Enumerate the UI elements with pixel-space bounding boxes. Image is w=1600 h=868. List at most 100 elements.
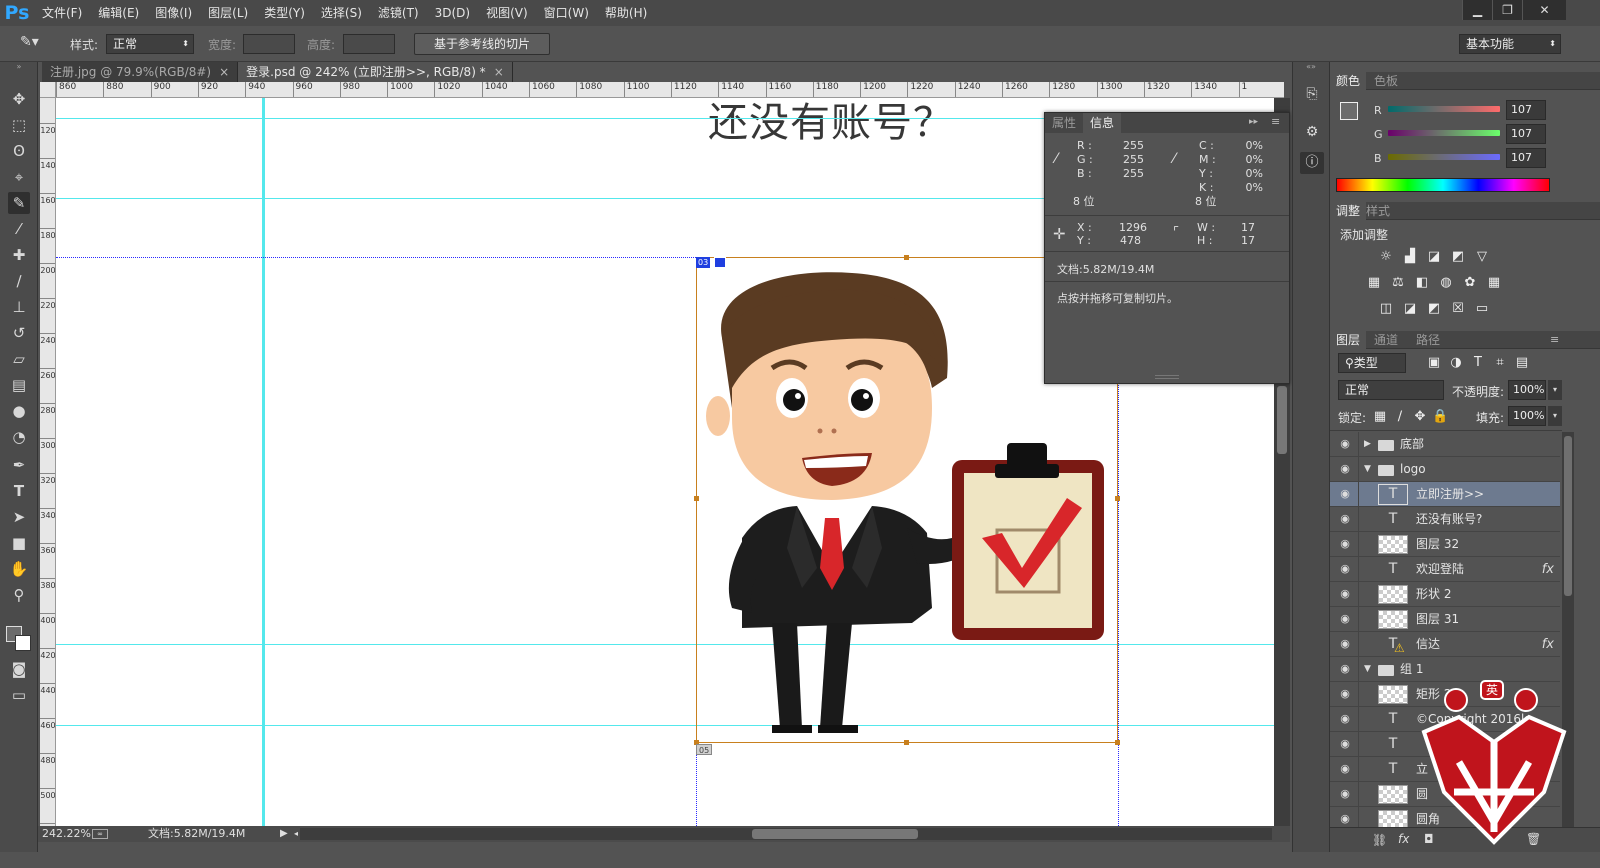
foreground-color-swatch[interactable]: [1340, 102, 1358, 120]
panel-menu-icon[interactable]: ≡: [1271, 115, 1280, 128]
tab-register-jpg[interactable]: 注册.jpg @ 79.9%(RGB/8#) ×: [42, 62, 239, 82]
color-spectrum[interactable]: [1336, 178, 1550, 192]
layer-row[interactable]: ◉ T ⚠ 信达 fx: [1330, 632, 1560, 657]
menu-item[interactable]: 图层(L): [200, 0, 256, 26]
eraser-tool-icon[interactable]: ▱: [8, 348, 30, 370]
lock-move-icon[interactable]: ✥: [1412, 410, 1428, 424]
close-tab-icon[interactable]: ×: [494, 65, 504, 79]
visibility-eye-icon[interactable]: ◉: [1338, 788, 1352, 800]
layer-row[interactable]: ◉ 形状 2: [1330, 582, 1560, 607]
rectangle-tool-icon[interactable]: ■: [8, 532, 30, 554]
quick-mask-icon[interactable]: ◙: [8, 658, 30, 680]
visibility-eye-icon[interactable]: ◉: [1338, 663, 1352, 675]
exposure-icon[interactable]: ◩: [1450, 250, 1466, 264]
filter-pixel-icon[interactable]: ▣: [1426, 356, 1442, 370]
menu-item[interactable]: 3D(D): [427, 0, 478, 26]
slice-handle[interactable]: [694, 496, 699, 501]
lock-paint-icon[interactable]: ∕: [1392, 410, 1408, 424]
healing-brush-tool-icon[interactable]: ✚: [8, 244, 30, 266]
expanded-arrow-icon[interactable]: ▼: [1364, 657, 1371, 682]
history-brush-tool-icon[interactable]: ↺: [8, 322, 30, 344]
layer-row[interactable]: ◉ T 立即注册>>: [1330, 482, 1560, 507]
layer-filter-select[interactable]: ⚲类型: [1338, 353, 1406, 373]
scroll-thumb[interactable]: [1564, 436, 1572, 596]
visibility-eye-icon[interactable]: ◉: [1338, 438, 1352, 450]
pen-tool-icon[interactable]: ✒: [8, 454, 30, 476]
ime-language-badge[interactable]: 英: [1480, 680, 1504, 700]
resize-grip[interactable]: [1155, 375, 1179, 379]
path-select-tool-icon[interactable]: ➤: [8, 506, 30, 528]
share-icon[interactable]: ∞: [92, 829, 108, 839]
r-input[interactable]: 107: [1506, 100, 1546, 120]
visibility-eye-icon[interactable]: ◉: [1338, 563, 1352, 575]
style-select[interactable]: 正常 ⬍: [106, 34, 194, 54]
layer-effects-icon[interactable]: fx: [1542, 557, 1554, 582]
brightness-icon[interactable]: ☼: [1378, 250, 1394, 264]
tab-color[interactable]: 颜色: [1330, 72, 1367, 90]
menu-item[interactable]: 类型(Y): [256, 0, 313, 26]
vibrance-icon[interactable]: ▽: [1474, 250, 1490, 264]
scroll-left-icon[interactable]: ◂: [294, 826, 298, 842]
b-slider[interactable]: [1388, 154, 1500, 160]
brush-tool-icon[interactable]: ∕: [8, 270, 30, 292]
horizontal-scrollbar[interactable]: [300, 828, 1272, 840]
menu-item[interactable]: 文件(F): [34, 0, 90, 26]
scroll-thumb[interactable]: [1277, 386, 1287, 454]
slice-select-tool-icon[interactable]: ✎▾: [20, 34, 54, 54]
menu-item[interactable]: 窗口(W): [536, 0, 597, 26]
visibility-eye-icon[interactable]: ◉: [1338, 638, 1352, 650]
fill-input[interactable]: 100%: [1508, 406, 1546, 426]
visibility-eye-icon[interactable]: ◉: [1338, 538, 1352, 550]
menu-item[interactable]: 视图(V): [478, 0, 536, 26]
visibility-eye-icon[interactable]: ◉: [1338, 613, 1352, 625]
menu-item[interactable]: 滤镜(T): [370, 0, 427, 26]
slice-handle[interactable]: [1115, 740, 1120, 745]
lock-all-icon[interactable]: 🔒: [1432, 410, 1448, 424]
quick-select-tool-icon[interactable]: ⌖: [8, 166, 30, 188]
visibility-eye-icon[interactable]: ◉: [1338, 738, 1352, 750]
zoom-level[interactable]: 242.22%: [42, 826, 91, 842]
lookup-icon[interactable]: ▦: [1486, 276, 1502, 290]
slice-handle[interactable]: [904, 740, 909, 745]
hue-icon[interactable]: ▦: [1366, 276, 1382, 290]
hand-tool-icon[interactable]: ✋: [8, 558, 30, 580]
menu-item[interactable]: 图像(I): [147, 0, 200, 26]
screen-mode-icon[interactable]: ▭: [8, 684, 30, 706]
layer-row[interactable]: ◉ ▶ 底部: [1330, 432, 1560, 457]
tab-info[interactable]: 信息: [1083, 113, 1122, 133]
panel-menu-icon[interactable]: ≡: [1550, 333, 1559, 346]
bw-icon[interactable]: ◧: [1414, 276, 1430, 290]
height-field[interactable]: [343, 34, 395, 54]
slice-handle[interactable]: [1115, 496, 1120, 501]
photo-filter-icon[interactable]: ◍: [1438, 276, 1454, 290]
layer-row[interactable]: ◉ ▼ 组 1: [1330, 657, 1560, 682]
invert-icon[interactable]: ◫: [1378, 302, 1394, 316]
zoom-tool-icon[interactable]: ⚲: [8, 584, 30, 606]
visibility-eye-icon[interactable]: ◉: [1338, 513, 1352, 525]
collapsed-arrow-icon[interactable]: ▶: [1364, 432, 1371, 457]
layer-row[interactable]: ◉ T 欢迎登陆 fx: [1330, 557, 1560, 582]
visibility-eye-icon[interactable]: ◉: [1338, 688, 1352, 700]
tab-swatches[interactable]: 色板: [1368, 72, 1404, 90]
tab-login-psd[interactable]: 登录.psd @ 242% (立即注册>>, RGB/8) * ×: [238, 62, 513, 82]
blend-mode-select[interactable]: 正常: [1338, 380, 1444, 400]
tab-styles[interactable]: 样式: [1360, 202, 1396, 220]
levels-icon[interactable]: ▟: [1402, 250, 1418, 264]
layer-row[interactable]: ◉ ▼ logo: [1330, 457, 1560, 482]
eyedropper-tool-icon[interactable]: ⁄: [8, 218, 30, 240]
info-icon[interactable]: ⓘ: [1300, 152, 1324, 174]
lock-transparent-icon[interactable]: ▦: [1372, 410, 1388, 424]
type-tool-icon[interactable]: T: [8, 480, 30, 502]
layer-row[interactable]: ◉ T 还没有账号?: [1330, 507, 1560, 532]
r-slider[interactable]: [1388, 106, 1500, 112]
background-color-swatch[interactable]: [15, 635, 31, 651]
visibility-eye-icon[interactable]: ◉: [1338, 463, 1352, 475]
status-menu-arrow-icon[interactable]: ▶: [280, 826, 288, 842]
marquee-tool-icon[interactable]: ⬚: [8, 114, 30, 136]
gradient-map-icon[interactable]: ▭: [1474, 302, 1490, 316]
collapse-icon[interactable]: «»: [1293, 62, 1329, 72]
tab-layers[interactable]: 图层: [1330, 331, 1367, 349]
width-field[interactable]: [243, 34, 295, 54]
ruler-origin[interactable]: [40, 82, 56, 98]
link-layers-icon[interactable]: ⛓: [1372, 833, 1387, 847]
